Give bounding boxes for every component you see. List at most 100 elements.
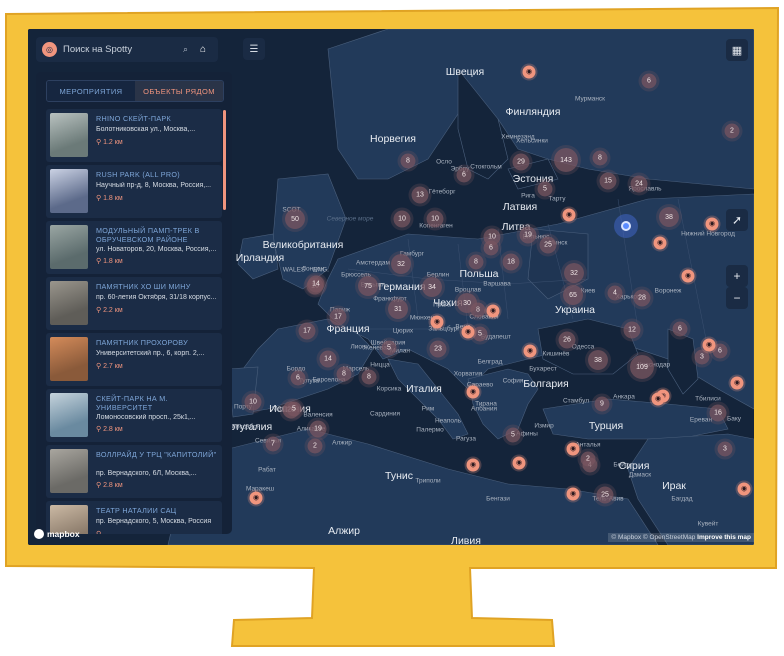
cluster-marker[interactable]: 18 [502, 253, 520, 271]
spot-pin-icon[interactable]: ◉ [430, 315, 444, 329]
search-bar[interactable]: ◎ Поиск на Spotty ⌕ ⌂ [36, 37, 218, 62]
cluster-marker[interactable]: 29 [512, 153, 530, 171]
cluster-marker[interactable]: 8 [400, 153, 416, 169]
cluster-marker[interactable]: 5 [505, 427, 521, 443]
cluster-marker[interactable]: 13 [411, 186, 429, 204]
place-card[interactable]: ПАМЯТНИК ПРОХОРОВУ Университетский пр., 6… [46, 333, 222, 386]
layers-grid-button[interactable]: ▦ [726, 39, 748, 61]
cluster-marker[interactable]: 5 [472, 326, 488, 342]
cluster-marker[interactable]: 10 [244, 393, 262, 411]
place-title[interactable]: ВОЛЛРАЙД У ТРЦ "КАПИТОЛИЙ" [96, 450, 218, 459]
cluster-marker[interactable]: 5 [381, 340, 397, 356]
cluster-marker[interactable]: 24 [630, 175, 648, 193]
spot-pin-icon[interactable]: ◉ [702, 338, 716, 352]
place-card[interactable]: ВОЛЛРАЙД У ТРЦ "КАПИТОЛИЙ" пр. Вернадског… [46, 445, 222, 498]
current-location-marker[interactable] [614, 214, 638, 238]
cluster-marker[interactable]: 65 [563, 285, 583, 305]
spot-pin-icon[interactable]: ◉ [681, 269, 695, 283]
spot-pin-icon[interactable]: ◉ [562, 208, 576, 222]
cluster-marker[interactable]: 6 [456, 167, 472, 183]
cluster-marker[interactable]: 9 [594, 396, 610, 412]
spot-pin-icon[interactable]: ◉ [705, 217, 719, 231]
spot-pin-icon[interactable]: ◉ [737, 482, 751, 496]
spot-pin-icon[interactable]: ◉ [523, 344, 537, 358]
cluster-marker[interactable]: 32 [564, 263, 584, 283]
cluster-marker[interactable]: 8 [336, 366, 352, 382]
cluster-marker[interactable]: 109 [630, 355, 654, 379]
place-title[interactable]: ПАМЯТНИК ХО ШИ МИНУ [96, 282, 218, 291]
place-card[interactable]: RHINO СКЕЙТ-ПАРК Болотниковская ул., Моск… [46, 109, 222, 162]
cluster-marker[interactable]: 25 [539, 236, 557, 254]
filter-settings-button[interactable]: ☰ [243, 38, 265, 60]
zoom-out-button[interactable]: − [726, 287, 748, 309]
cluster-marker[interactable]: 34 [422, 277, 442, 297]
improve-map-link[interactable]: Improve this map [697, 534, 751, 541]
cluster-marker[interactable]: 3 [694, 349, 710, 365]
spot-pin-icon[interactable]: ◉ [522, 65, 536, 79]
cluster-marker[interactable]: 15 [599, 172, 617, 190]
cluster-marker[interactable]: 8 [361, 369, 377, 385]
spot-pin-icon[interactable]: ◉ [566, 442, 580, 456]
tab-events[interactable]: МЕРОПРИЯТИЯ [47, 81, 135, 101]
spot-pin-icon[interactable]: ◉ [461, 325, 475, 339]
cluster-marker[interactable]: 19 [309, 420, 327, 438]
place-title[interactable]: ТЕАТР НАТАЛИИ САЦ [96, 506, 218, 515]
spot-pin-icon[interactable]: ◉ [249, 491, 263, 505]
cluster-marker[interactable]: 16 [709, 404, 727, 422]
place-card[interactable]: RUSH PARK (ALL PRO) Научный пр-д, 8, Моск… [46, 165, 222, 218]
spot-pin-icon[interactable]: ◉ [651, 392, 665, 406]
list-scrollbar[interactable] [223, 110, 226, 210]
spot-pin-icon[interactable]: ◉ [566, 487, 580, 501]
cluster-marker[interactable]: 75 [358, 276, 378, 296]
cluster-marker[interactable]: 25 [596, 486, 614, 504]
search-icon[interactable]: ⌕ [183, 44, 188, 55]
cluster-marker[interactable]: 6 [483, 240, 499, 256]
cluster-marker[interactable]: 3 [717, 441, 733, 457]
place-card[interactable]: ПАМЯТНИК ХО ШИ МИНУ пр. 60-летия Октября,… [46, 277, 222, 330]
cluster-marker[interactable]: 14 [319, 350, 337, 368]
home-icon[interactable]: ⌂ [194, 41, 212, 59]
cluster-marker[interactable]: 5 [537, 181, 553, 197]
cluster-marker[interactable]: 32 [391, 254, 411, 274]
cluster-marker[interactable]: 38 [588, 350, 608, 370]
place-card[interactable]: МОДУЛЬНЫЙ ПАМП-ТРЕК В ОБРУЧЕВСКОМ РАЙОНЕ… [46, 221, 222, 274]
cluster-marker[interactable]: 10 [426, 210, 444, 228]
spot-pin-icon[interactable]: ◉ [466, 458, 480, 472]
cluster-marker[interactable]: 2 [580, 451, 596, 467]
spot-pin-icon[interactable]: ◉ [730, 376, 744, 390]
spot-pin-icon[interactable]: ◉ [486, 304, 500, 318]
cluster-marker[interactable]: 26 [558, 331, 576, 349]
cluster-marker[interactable]: 2 [307, 438, 323, 454]
cluster-marker[interactable]: 10 [393, 210, 411, 228]
cluster-marker[interactable]: 14 [307, 275, 325, 293]
cluster-marker[interactable]: 17 [298, 322, 316, 340]
cluster-marker[interactable]: 6 [290, 370, 306, 386]
spot-pin-icon[interactable]: ◉ [466, 385, 480, 399]
spot-pin-icon[interactable]: ◉ [653, 236, 667, 250]
zoom-in-button[interactable]: + [726, 265, 748, 287]
cluster-marker[interactable]: 38 [659, 207, 679, 227]
place-title[interactable]: СКЕЙТ-ПАРК НА М. УНИВЕРСИТЕТ [96, 394, 218, 412]
place-title[interactable]: RHINO СКЕЙТ-ПАРК [96, 114, 218, 123]
place-title[interactable]: RUSH PARK (ALL PRO) [96, 170, 218, 179]
cluster-marker[interactable]: 31 [388, 299, 408, 319]
cluster-marker[interactable]: 4 [607, 285, 623, 301]
spot-pin-icon[interactable]: ◉ [512, 456, 526, 470]
search-input[interactable]: Поиск на Spotty [63, 44, 177, 55]
cluster-marker[interactable]: 50 [285, 209, 305, 229]
cluster-marker[interactable]: 8 [468, 254, 484, 270]
cluster-marker[interactable]: 23 [429, 340, 447, 358]
cluster-marker[interactable]: 143 [554, 148, 578, 172]
cluster-marker[interactable]: 7 [265, 436, 281, 452]
tab-nearby[interactable]: ОБЪЕКТЫ РЯДОМ [135, 81, 223, 101]
place-card[interactable]: СКЕЙТ-ПАРК НА М. УНИВЕРСИТЕТ Ломоносовски… [46, 389, 222, 442]
cluster-marker[interactable]: 2 [724, 123, 740, 139]
cluster-marker[interactable]: 17 [329, 308, 347, 326]
cluster-marker[interactable]: 6 [641, 73, 657, 89]
cluster-marker[interactable]: 30 [457, 293, 477, 313]
cluster-marker[interactable]: 28 [633, 289, 651, 307]
cluster-marker[interactable]: 5 [286, 401, 302, 417]
cluster-marker[interactable]: 19 [519, 226, 537, 244]
map-attribution[interactable]: © Mapbox © OpenStreetMap Improve this ma… [608, 533, 754, 542]
place-title[interactable]: ПАМЯТНИК ПРОХОРОВУ [96, 338, 218, 347]
